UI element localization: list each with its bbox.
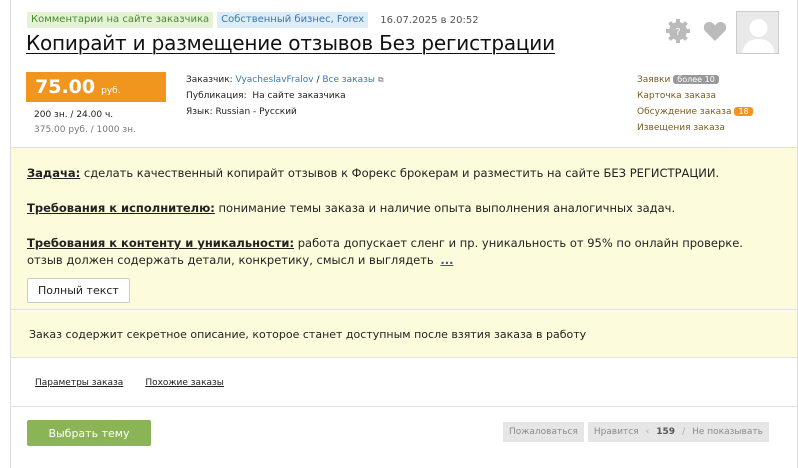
customer-label: Заказчик: [186,75,233,85]
divider-slash: / [682,427,686,437]
price-badge: 75.00 руб. [26,72,166,102]
divider [11,406,797,407]
requests-label: Заявки [637,75,671,85]
content-paragraph: Требования к контенту и уникальности: ра… [27,235,781,269]
order-title[interactable]: Копирайт и размещение отзывов Без регист… [26,31,555,55]
svg-text:?: ? [675,27,680,38]
choose-topic-button[interactable]: Выбрать тему [27,420,151,446]
params-link[interactable]: Параметры заказа [35,378,123,388]
content-text: работа допускает сленг и пр. уникальност… [297,236,743,250]
avatar[interactable] [736,11,779,54]
discussion-badge: 18 [734,107,753,116]
tag-category[interactable]: Собственный бизнес, Forex [217,12,369,28]
publish-date: 16.07.2025 в 20:52 [380,14,479,26]
task-text: сделать качественный копирайт отзывов к … [83,166,720,180]
task-paragraph: Задача: сделать качественный копирайт от… [27,165,781,182]
meta-publication-row: Публикация: На сайте заказчика [186,88,384,104]
price-per-1000: 375.00 руб. / 1000 зн. [34,125,136,135]
like-group: Нравится ‹ 159 / Не показывать [587,422,769,442]
external-link-icon: ⧉ [377,75,384,84]
price-amount: 75.00 [35,76,96,98]
hide-button[interactable]: Не показывать [692,427,763,437]
requests-link[interactable]: Заявки более 10 [637,72,753,88]
requests-badge: более 10 [673,75,719,84]
order-card: Комментарии на сайте заказчика Собственн… [10,0,798,468]
language-label: Язык: [186,107,213,117]
complain-button[interactable]: Пожаловаться [503,422,584,442]
notifications-link[interactable]: Извещения заказа [637,120,753,136]
secret-note: Заказ содержит секретное описание, котор… [11,311,797,358]
meta-language-row: Язык: Russian - Русский [186,104,384,120]
like-count: 159 [656,427,676,437]
action-buttons: Пожаловаться Нравится ‹ 159 / Не показыв… [503,422,769,442]
similar-orders-link[interactable]: Похожие заказы [145,378,224,388]
price-currency: руб. [101,86,121,96]
task-description: Задача: сделать качественный копирайт от… [11,147,797,310]
discussion-label: Обсуждение заказа [637,107,732,117]
requirements-label: Требования к исполнителю: [27,201,215,215]
requirements-paragraph: Требования к исполнителю: понимание темы… [27,200,781,217]
discussion-link[interactable]: Обсуждение заказа 18 [637,104,753,120]
question-gear-icon[interactable]: ? [665,18,691,48]
requirements-text: понимание темы заказа и наличие опыта вы… [218,201,676,215]
more-link[interactable]: ... [440,253,453,267]
full-text-button[interactable]: Полный текст [27,278,130,303]
price-volume: 200 зн. / 24.00 ч. [34,110,114,120]
customer-link[interactable]: VyacheslavFralov [236,75,314,85]
publication-value: На сайте заказчика [252,91,346,101]
all-orders-link[interactable]: Все заказы [322,75,375,85]
task-label: Задача: [27,166,81,180]
content-label: Требования к контенту и уникальности: [27,236,295,250]
publication-label: Публикация: [186,91,247,101]
like-button[interactable]: Нравится [594,427,639,437]
order-meta: Заказчик: VyacheslavFralov / Все заказы … [186,72,384,120]
content-text-continued: отзыв должен содержать детали, конкретик… [27,253,434,267]
language-value: Russian - Русский [215,107,297,117]
meta-customer-row: Заказчик: VyacheslavFralov / Все заказы … [186,75,384,85]
tag-comments[interactable]: Комментарии на сайте заказчика [27,12,214,28]
tags-row: Комментарии на сайте заказчика Собственн… [27,12,479,28]
chevron-left-icon: ‹ [645,427,650,437]
heart-icon[interactable] [703,20,727,46]
bottom-links: Параметры заказа Похожие заказы [35,378,224,388]
order-side-links: Заявки более 10 Карточка заказа Обсуждени… [637,72,753,136]
title-icons: ? [665,18,727,48]
order-card-link[interactable]: Карточка заказа [637,88,753,104]
